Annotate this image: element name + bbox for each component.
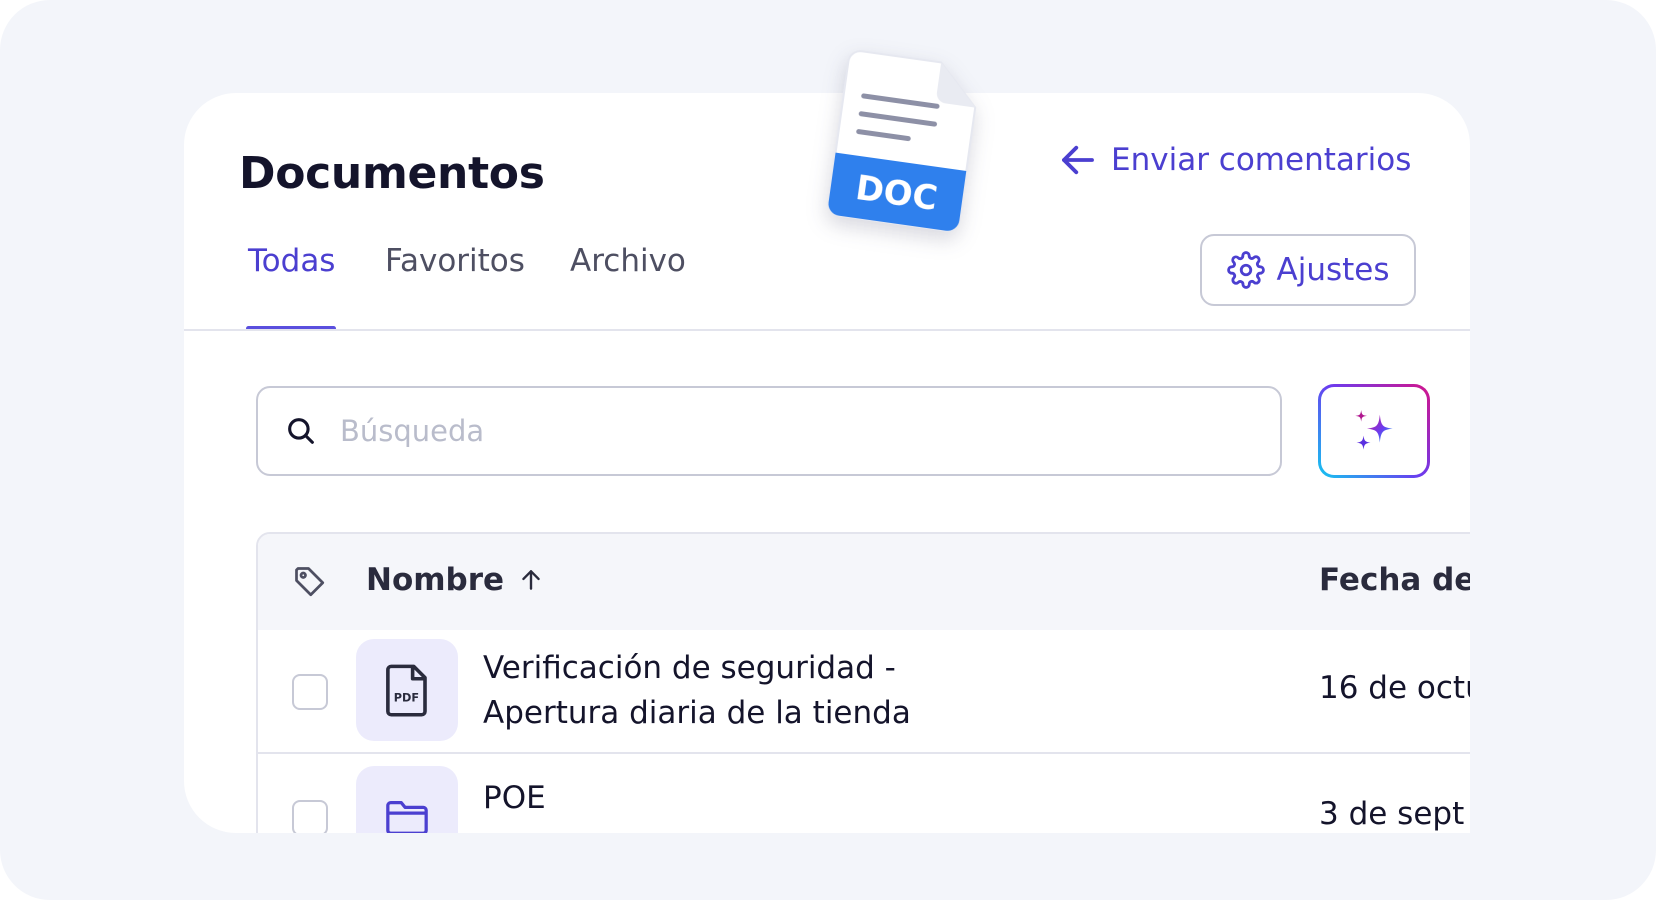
table-header: Nombre Fecha de r xyxy=(258,534,1470,630)
send-feedback-link[interactable]: Enviar comentarios xyxy=(1057,139,1411,181)
arrow-left-icon xyxy=(1062,145,1094,175)
table-row[interactable]: POE 3 de sept xyxy=(258,756,1470,833)
page-background: Documentos Enviar comentarios Todas Favo… xyxy=(0,0,1656,900)
sort-ascending-icon xyxy=(522,570,540,590)
column-name-label: Nombre xyxy=(366,562,505,598)
settings-label: Ajustes xyxy=(1276,252,1390,288)
settings-button[interactable]: Ajustes xyxy=(1200,234,1416,306)
tabs-divider xyxy=(184,329,1470,331)
document-name-line2: Apertura diaria de la tienda xyxy=(483,695,911,731)
folder-icon xyxy=(386,800,428,833)
search-box xyxy=(256,386,1282,476)
gear-icon xyxy=(1226,251,1265,289)
tab-archivo[interactable]: Archivo xyxy=(570,243,686,279)
tab-favoritos[interactable]: Favoritos xyxy=(385,243,525,279)
document-name: Verificación de seguridad - Apertura dia… xyxy=(483,646,911,736)
table-row[interactable]: PDF Verificación de seguridad - Apertura… xyxy=(258,630,1470,754)
document-date: 3 de sept xyxy=(1319,796,1465,832)
tag-icon[interactable] xyxy=(292,564,328,600)
file-type-tile: PDF xyxy=(356,639,458,741)
column-header-date[interactable]: Fecha de r xyxy=(1319,562,1470,598)
document-name-line1: POE xyxy=(483,780,546,816)
tab-todas[interactable]: Todas xyxy=(248,243,335,279)
row-checkbox[interactable] xyxy=(292,674,328,710)
send-feedback-label: Enviar comentarios xyxy=(1111,142,1412,178)
doc-file-sticker: DOC xyxy=(827,50,977,232)
search-input[interactable] xyxy=(340,414,1240,448)
search-icon xyxy=(288,418,314,444)
sparkles-icon xyxy=(1355,410,1393,450)
column-header-name[interactable]: Nombre xyxy=(366,562,544,598)
pdf-icon-label: PDF xyxy=(394,691,419,704)
page-title: Documentos xyxy=(239,148,545,199)
documents-table: Nombre Fecha de r PDF xyxy=(256,532,1470,833)
ai-assistant-button[interactable] xyxy=(1318,384,1430,478)
document-date: 16 de octu xyxy=(1319,670,1470,706)
pdf-file-icon: PDF xyxy=(386,664,427,717)
row-checkbox[interactable] xyxy=(292,800,328,833)
file-type-tile xyxy=(356,766,458,833)
document-name-line1: Verificación de seguridad - xyxy=(483,650,896,686)
document-name: POE xyxy=(483,776,546,821)
